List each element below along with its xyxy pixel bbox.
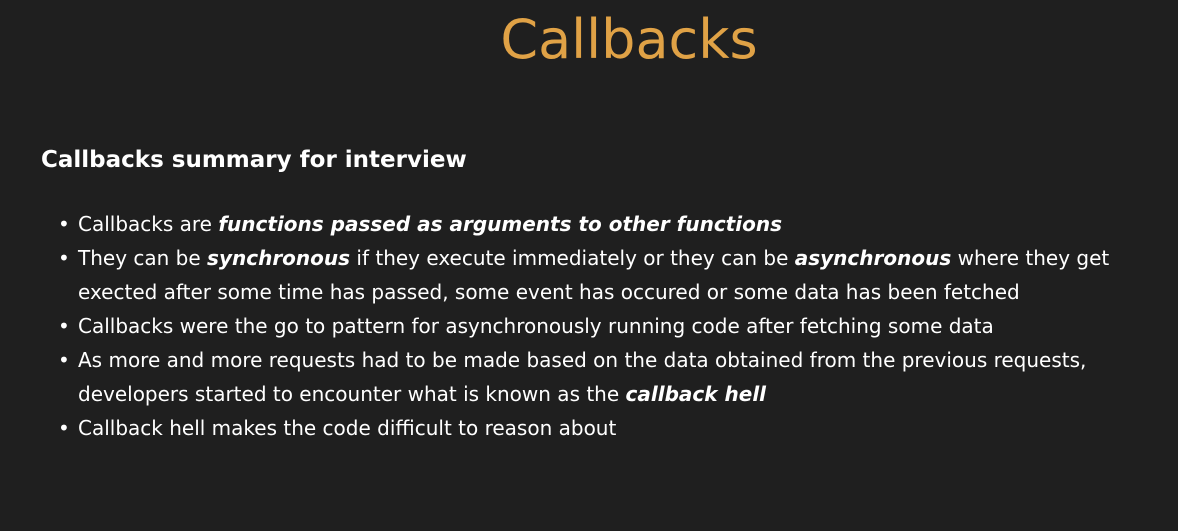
section-heading: Callbacks summary for interview [41, 147, 467, 173]
bullet-list: • Callbacks are functions passed as argum… [58, 207, 1168, 445]
slide-title: Callbacks [500, 8, 758, 71]
bullet-dot-icon: • [58, 246, 70, 270]
bullet-item: • They can be synchronous if they execute… [58, 241, 1168, 309]
slide: Callbacks Callbacks summary for intervie… [0, 0, 1178, 531]
emphasized-text: synchronous [207, 246, 351, 270]
bullet-dot-icon: • [58, 416, 70, 440]
emphasized-text: callback hell [625, 382, 767, 406]
bullet-text: if they execute immediately or they can … [350, 246, 795, 270]
bullet-dot-icon: • [58, 212, 70, 236]
bullet-text: As more and more requests had to be made… [78, 348, 1087, 406]
bullet-dot-icon: • [58, 314, 70, 338]
bullet-text: Callback hell makes the code difficult t… [78, 416, 617, 440]
bullet-item: • As more and more requests had to be mad… [58, 343, 1168, 411]
bullet-item: • Callbacks are functions passed as argum… [58, 207, 1168, 241]
bullet-text: Callbacks were the go to pattern for asy… [78, 314, 994, 338]
emphasized-text: asynchronous [794, 246, 952, 270]
bullet-item: • Callbacks were the go to pattern for as… [58, 309, 1168, 343]
emphasized-text: functions passed as arguments to other f… [218, 212, 782, 236]
bullet-text: They can be [78, 246, 208, 270]
bullet-item: • Callback hell makes the code difficult … [58, 411, 1168, 445]
bullet-text: Callbacks are [78, 212, 219, 236]
bullet-dot-icon: • [58, 348, 70, 372]
